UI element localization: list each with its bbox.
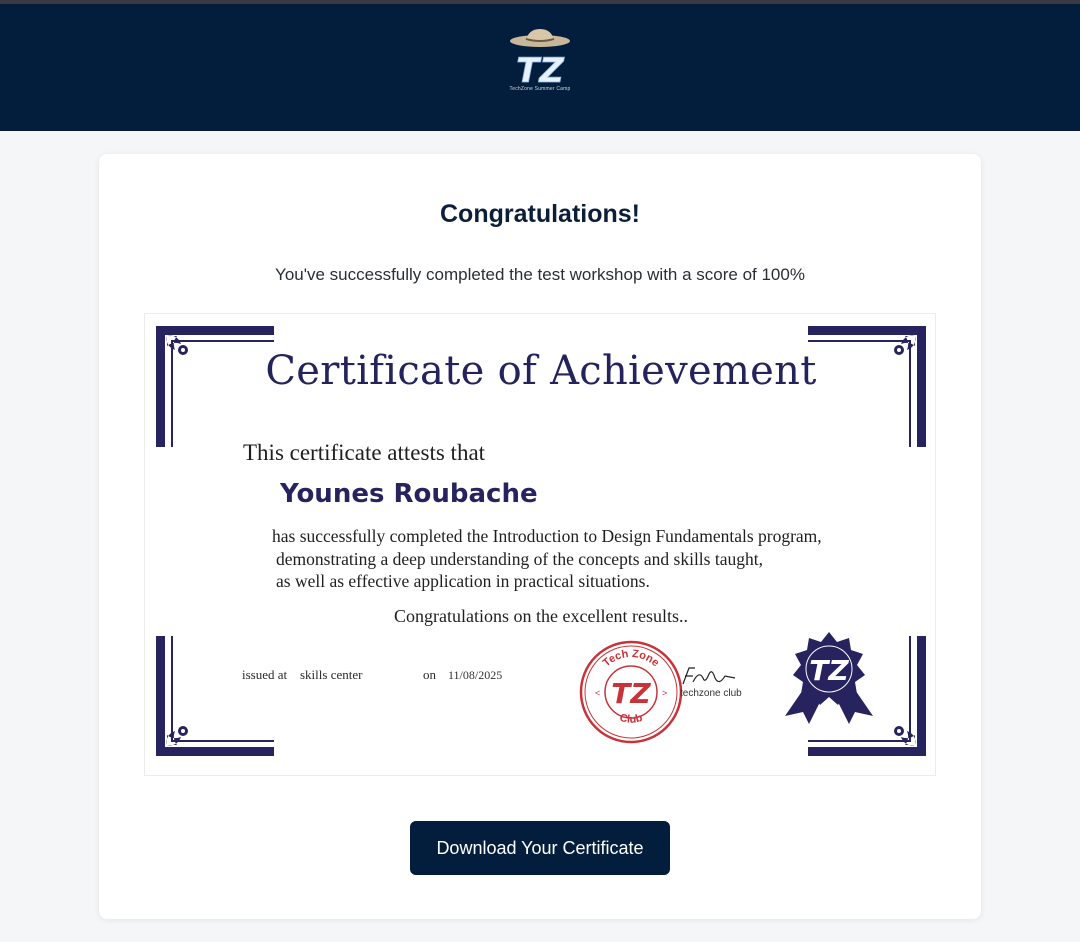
techzone-club-stamp: Tech Zone Club TZ < > (579, 640, 683, 744)
svg-text:Club: Club (618, 712, 644, 726)
issued-at-value: skills center (300, 667, 363, 682)
certificate-attests: This certificate attests that (243, 440, 486, 465)
certificate-preview: Certificate of Achievement This certific… (144, 313, 936, 776)
download-certificate-button[interactable]: Download Your Certificate (410, 821, 670, 875)
recipient-name: Younes Roubache (280, 479, 538, 509)
svg-text:TZ: TZ (611, 677, 651, 710)
achievement-seal: TZ (785, 632, 873, 724)
svg-text:<: < (595, 688, 600, 698)
svg-text:TZ: TZ (809, 654, 849, 687)
issued-on-label: on (423, 667, 436, 682)
issue-date: 11/08/2025 (448, 668, 503, 682)
club-signature-label: techzone club (680, 688, 742, 699)
completion-message: You've successfully completed the test w… (275, 265, 805, 284)
certificate-heading: Certificate of Achievement (265, 348, 817, 394)
certificate-body-line: has successfully completed the Introduct… (272, 526, 822, 546)
certificate-body-line: as well as effective application in prac… (276, 571, 650, 591)
page-title: Congratulations! (440, 200, 640, 228)
svg-text:>: > (662, 688, 667, 698)
logo-text: TZ (516, 51, 565, 91)
site-header: TZ TechZone Summer Camp (0, 4, 1080, 131)
certificate-body-line: demonstrating a deep understanding of th… (276, 549, 763, 569)
logo-caption: TechZone Summer Camp (509, 86, 571, 92)
certificate-congrats: Congratulations on the excellent results… (394, 606, 688, 626)
issued-at-label: issued at (242, 667, 288, 682)
signature (682, 667, 736, 685)
